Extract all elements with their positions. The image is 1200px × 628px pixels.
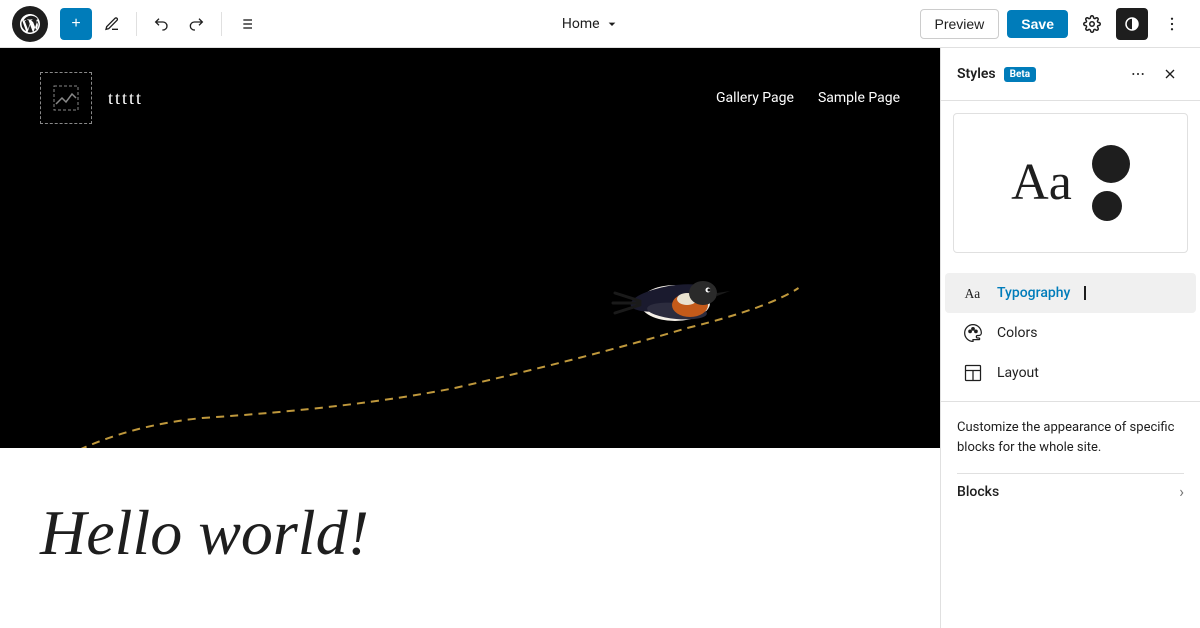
- style-dot-small: [1092, 191, 1122, 221]
- panel-title: Styles: [957, 66, 996, 82]
- pen-tool-button[interactable]: [96, 8, 128, 40]
- more-options-button[interactable]: [1156, 8, 1188, 40]
- style-dot-large: [1092, 145, 1130, 183]
- nav-title-text: Home: [562, 16, 600, 32]
- save-button[interactable]: Save: [1007, 10, 1068, 38]
- layout-label: Layout: [997, 365, 1039, 381]
- blocks-row[interactable]: Blocks ›: [957, 473, 1184, 509]
- toolbar-left: +: [12, 6, 262, 42]
- toolbar-right: Preview Save: [920, 8, 1189, 40]
- main-area: ttttt Gallery Page Sample Page: [0, 48, 1200, 628]
- colors-menu-item[interactable]: Colors: [945, 313, 1196, 353]
- styles-panel: Styles Beta Aa: [940, 48, 1200, 628]
- colors-icon: [961, 321, 985, 345]
- layout-icon: [961, 361, 985, 385]
- panel-bottom: Customize the appearance of specific blo…: [941, 402, 1200, 628]
- settings-button[interactable]: [1076, 8, 1108, 40]
- style-preview-box[interactable]: Aa: [953, 113, 1188, 253]
- panel-more-button[interactable]: [1124, 60, 1152, 88]
- typography-menu-item[interactable]: Aa Typography: [945, 273, 1196, 313]
- add-block-button[interactable]: +: [60, 8, 92, 40]
- colors-label: Colors: [997, 325, 1037, 341]
- redo-button[interactable]: [181, 8, 213, 40]
- wp-logo[interactable]: [12, 6, 48, 42]
- typography-label: Typography: [997, 285, 1070, 301]
- style-preview-text: Aa: [1011, 157, 1072, 209]
- blocks-chevron-icon: ›: [1179, 482, 1184, 501]
- panel-header-actions: [1124, 60, 1184, 88]
- page-content: ttttt Gallery Page Sample Page: [0, 48, 940, 628]
- page-nav-label[interactable]: Home: [562, 16, 620, 32]
- panel-close-button[interactable]: [1156, 60, 1184, 88]
- layout-menu-item[interactable]: Layout: [945, 353, 1196, 393]
- below-hero-section: Hello world!: [0, 448, 940, 618]
- list-view-button[interactable]: [230, 8, 262, 40]
- cursor-indicator: [1084, 286, 1086, 300]
- hero-section: ttttt Gallery Page Sample Page: [0, 48, 940, 448]
- svg-text:Aa: Aa: [965, 286, 981, 301]
- hello-world-heading: Hello world!: [40, 496, 900, 570]
- dashed-path-svg: [0, 48, 940, 448]
- beta-badge: Beta: [1004, 67, 1037, 82]
- toolbar-divider-2: [221, 12, 222, 36]
- preview-button[interactable]: Preview: [920, 9, 1000, 39]
- toolbar-divider-1: [136, 12, 137, 36]
- style-preview-dots: [1092, 145, 1130, 221]
- theme-toggle-button[interactable]: [1116, 8, 1148, 40]
- undo-button[interactable]: [145, 8, 177, 40]
- typography-icon: Aa: [961, 281, 985, 305]
- toolbar-center: Home: [266, 16, 916, 32]
- panel-header: Styles Beta: [941, 48, 1200, 101]
- bird-container: [0, 48, 940, 448]
- main-toolbar: +: [0, 0, 1200, 48]
- bird-svg: [605, 243, 745, 353]
- canvas-area[interactable]: ttttt Gallery Page Sample Page: [0, 48, 940, 628]
- style-menu: Aa Typography Colors: [941, 265, 1200, 402]
- customize-text: Customize the appearance of specific blo…: [957, 418, 1184, 457]
- blocks-label: Blocks: [957, 484, 999, 500]
